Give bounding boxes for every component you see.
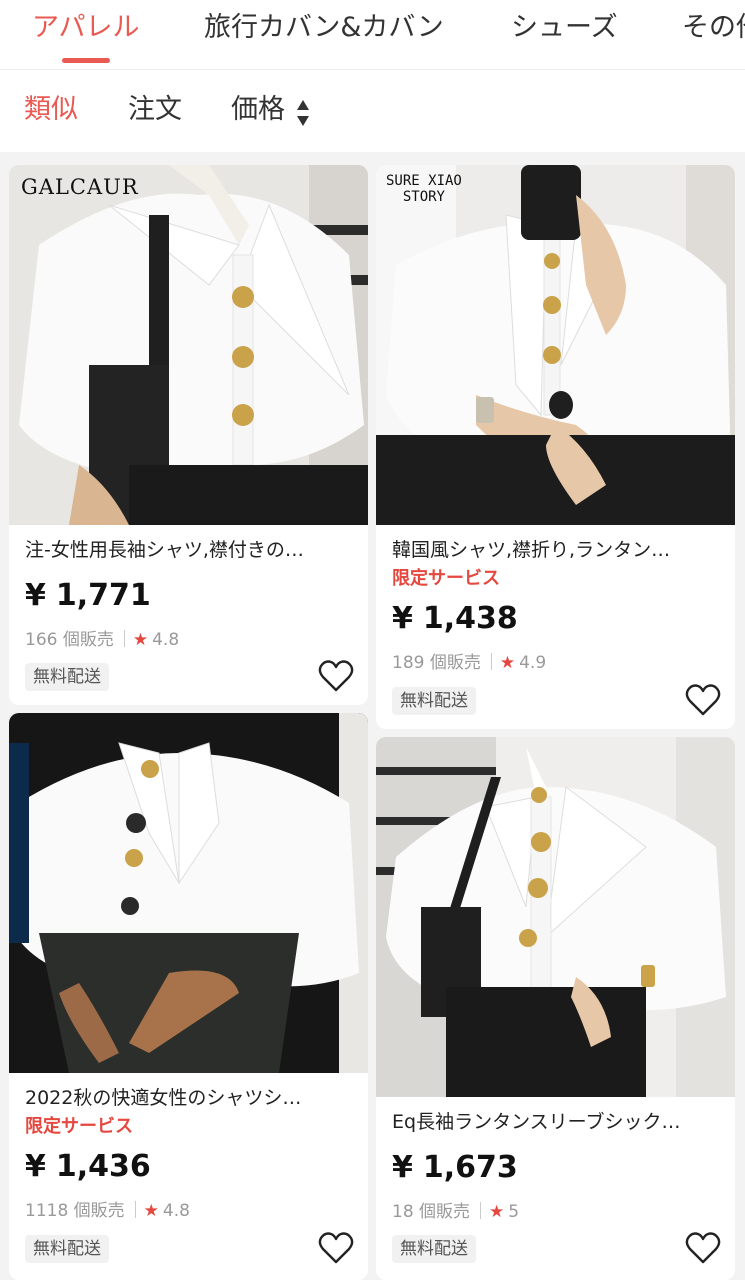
rating-value: 4.9 (519, 653, 547, 673)
rating-value: 4.8 (152, 630, 180, 650)
product-image[interactable]: SURE XIAO STORY (376, 165, 735, 525)
sort-similar[interactable]: 類似 (24, 94, 78, 126)
product-card[interactable]: SURE XIAO STORY 韓国風シャツ,襟折り,ランタン… 限定サービス … (376, 165, 735, 729)
star-icon: ★ (489, 1202, 505, 1222)
product-image[interactable]: GALCAUR (9, 165, 368, 525)
sort-orders[interactable]: 注文 (128, 94, 182, 126)
sales-rating: 1118 個販売 ★ 4.8 (25, 1200, 190, 1222)
sales-rating: 189 個販売 ★ 4.9 (392, 652, 546, 674)
sold-count: 1118 個販売 (25, 1201, 125, 1221)
star-icon: ★ (499, 653, 516, 673)
star-icon: ★ (132, 630, 149, 650)
product-title: 注-女性用長袖シャツ,襟付きの… (25, 539, 304, 561)
product-price: ¥1,438 (392, 601, 518, 636)
sales-rating: 166 個販売 ★ 4.8 (25, 629, 179, 651)
product-title: 2022秋の快適女性のシャツシ… (25, 1087, 302, 1109)
brand-logo: SURE XIAO STORY (386, 173, 462, 205)
sales-rating: 18 個販売 ★ 5 (392, 1201, 519, 1223)
rating-value: 4.8 (162, 1201, 190, 1221)
product-image[interactable] (9, 713, 368, 1073)
category-tabs: アパレル 旅行カバン&カバン シューズ その他 (0, 0, 745, 70)
product-card[interactable]: Eq長袖ランタンスリーブシック… ¥1,673 18 個販売 ★ 5 無料配送 (376, 737, 735, 1280)
free-shipping-badge: 無料配送 (25, 663, 109, 691)
product-title: Eq長袖ランタンスリーブシック… (392, 1111, 681, 1133)
tab-apparel[interactable]: アパレル (32, 12, 139, 44)
free-shipping-badge: 無料配送 (25, 1235, 109, 1263)
product-image[interactable] (376, 737, 735, 1097)
brand-logo: GALCAUR (21, 175, 139, 199)
product-title: 韓国風シャツ,襟折り,ランタン… (392, 539, 671, 561)
star-icon: ★ (143, 1201, 159, 1221)
heart-icon[interactable] (318, 1231, 354, 1265)
sort-price[interactable]: 価格 (231, 94, 285, 126)
free-shipping-badge: 無料配送 (392, 1235, 476, 1263)
free-shipping-badge: 無料配送 (392, 687, 476, 715)
tab-other[interactable]: その他 (682, 12, 745, 44)
heart-icon[interactable] (318, 659, 354, 693)
product-price: ¥1,436 (25, 1149, 151, 1184)
heart-icon[interactable] (685, 1231, 721, 1265)
tab-shoes[interactable]: シューズ (511, 12, 618, 44)
sort-bar: 類似 注文 価格 (0, 70, 745, 152)
promo-label: 限定サービス (392, 568, 500, 589)
tab-travel-bags[interactable]: 旅行カバン&カバン (204, 12, 444, 44)
sort-arrows-icon[interactable] (296, 98, 310, 128)
product-card[interactable]: 2022秋の快適女性のシャツシ… 限定サービス ¥1,436 1118 個販売 ★… (9, 713, 368, 1280)
active-tab-indicator (62, 58, 110, 63)
sold-count: 189 個販売 (392, 653, 481, 673)
sold-count: 18 個販売 (392, 1202, 471, 1222)
product-price: ¥1,673 (392, 1150, 518, 1185)
rating-value: 5 (508, 1202, 520, 1222)
heart-icon[interactable] (685, 683, 721, 717)
product-price: ¥1,771 (25, 578, 151, 613)
promo-label: 限定サービス (25, 1116, 133, 1137)
sold-count: 166 個販売 (25, 630, 114, 650)
product-card[interactable]: GALCAUR 注-女性用長袖シャツ,襟付きの… ¥1,771 166 個販売 ★… (9, 165, 368, 705)
